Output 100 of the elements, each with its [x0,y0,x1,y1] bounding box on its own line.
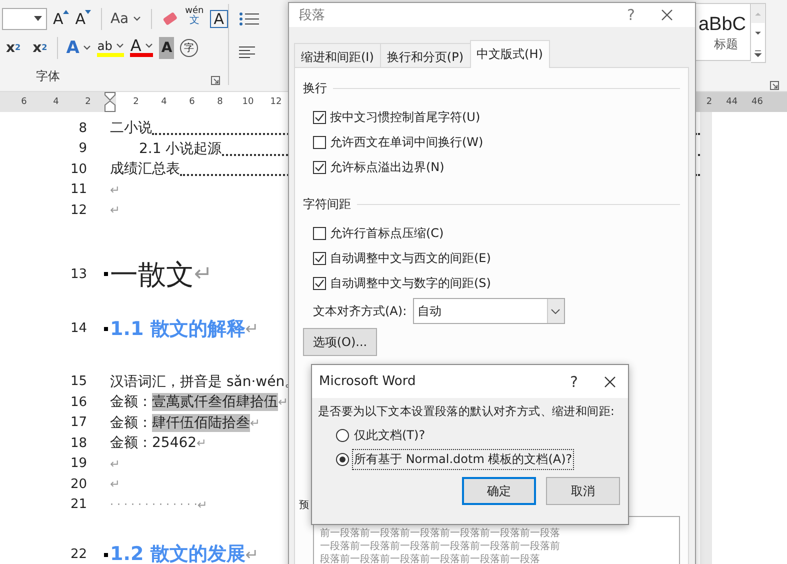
section-title: 字符间距 [303,196,351,213]
line-number: 15 [69,374,87,390]
section-title: 换行 [303,80,327,97]
cancel-button[interactable]: 取消 [546,477,620,505]
line-number: 16 [69,394,87,410]
close-icon[interactable] [661,9,673,21]
dialog-message: 是否要为以下文本设置段落的默认对齐方式、缩进和间距: [318,404,616,419]
line-number: 10 [69,162,87,177]
ruler-number: 4 [53,97,59,107]
preview-text: 段落前一段落前一段落前一段落前一段落前一段落 [320,553,541,564]
line-number: 8 [78,120,87,136]
style-name: 标题 [714,36,738,53]
superscript-button[interactable]: x$^{2}$ [32,36,48,58]
paragraph-mark: ↵ [110,203,120,218]
preview-text: 一段落前一段落前一段落前一段落前一段落前一段落前 [320,540,561,553]
caret-icon[interactable] [116,43,124,48]
text-effects-button[interactable]: A [57,36,92,58]
tab[interactable]: 缩进和间距(I) [294,43,381,67]
alignment-dropdown[interactable]: 自动 [412,298,565,324]
paragraph-mark: ↵ [278,395,288,410]
ruler-number: 6 [21,97,27,107]
dialog-title: Microsoft Word [319,374,417,389]
paragraph-mark: ↵ [194,262,212,287]
ok-button[interactable]: 确定 [462,477,536,505]
toc-entry[interactable]: 成绩汇总表 [110,160,180,178]
radio-label[interactable]: 所有基于 Normal.dotm 模板的文档(A)? [352,448,574,470]
checkbox[interactable] [313,136,326,149]
heading: 1.1 散文的解释 [110,316,246,342]
checkbox[interactable] [313,277,326,290]
amount-label: 金额： [110,414,152,432]
line-number: 11 [69,182,87,198]
help-button[interactable]: ? [613,3,649,27]
enclose-characters-button[interactable]: 字 [180,38,198,56]
heading-marker-icon [104,327,108,331]
caret-icon[interactable] [145,43,154,48]
line-number: 13 [69,267,87,282]
close-icon[interactable] [604,376,616,388]
paragraph-mark: ↵ [110,182,120,197]
line-number: 18 [69,436,87,451]
dialog-launcher-icon[interactable] [211,76,220,85]
checkbox[interactable] [313,161,326,174]
heading-marker-icon [104,272,108,276]
ruler-number: 12 [269,97,283,107]
checkbox[interactable] [313,252,326,265]
caret-icon[interactable] [34,16,42,21]
grow-font-button[interactable]: A [52,8,70,30]
radio-button[interactable] [336,452,349,466]
options-button[interactable]: 选项(O)... [303,328,377,356]
ruler-number: 2 [132,97,140,107]
line-number: 12 [69,202,87,218]
checkbox[interactable] [313,111,326,124]
character-border-button[interactable]: A [210,10,228,28]
tab[interactable]: 中文版式(H) [470,40,550,68]
heading-marker-icon [104,552,108,556]
checkbox-label[interactable]: 允许西文在单词中间换行(W) [330,134,484,151]
line-number: 22 [69,546,87,562]
checkbox-label[interactable]: 自动调整中文与西文的间距(E) [330,250,491,267]
paragraph-mark: ↵ [245,544,259,564]
heading: 一散文 [110,256,194,292]
eraser-icon[interactable] [150,8,180,28]
dialog-launcher-icon[interactable] [770,81,779,90]
character-shading-button[interactable]: A [159,36,174,58]
chevron-down-icon[interactable] [551,308,560,314]
bullets-icon[interactable] [239,12,261,26]
amount-value: 壹萬贰仟叁佰肆拾伍 [152,393,278,412]
paragraph-mark: ↵ [250,416,260,430]
checkbox-label[interactable]: 按中文习惯控制首尾字符(U) [330,109,480,126]
style-gallery[interactable]: aBbC 标题 [693,3,751,61]
align-left-icon[interactable] [239,46,255,58]
checkbox-label[interactable]: 允许行首标点压缩(C) [330,225,444,242]
change-case-button[interactable]: Aa [101,8,141,30]
amount-value: 25462 [152,435,197,452]
line-number: 9 [78,141,87,156]
group-label: 字体 [36,68,60,85]
highlight-button[interactable]: ab [97,38,124,56]
heading: 1.2 散文的发展 [110,542,246,564]
radio-label[interactable]: 仅此文档(T)? [352,424,428,446]
caret-icon[interactable] [132,16,141,21]
line-number: 19 [69,456,87,472]
toc-entry[interactable]: 2.1 小说起源 [139,140,222,158]
line-number: 14 [69,321,87,336]
checkbox-label[interactable]: 自动调整中文与数字的间距(S) [330,275,491,292]
caret-icon[interactable] [83,45,92,50]
checkbox-label[interactable]: 允许标点溢出边界(N) [330,159,444,176]
field-label: 文本对齐方式(A): [313,302,407,320]
paragraph-mark: ↵ [245,319,259,338]
indent-marker-icon[interactable] [104,92,116,112]
font-size-field[interactable] [2,8,47,30]
toc-entry[interactable]: 二小说 [110,119,152,138]
radio-button[interactable] [336,428,349,442]
line-number: 17 [69,415,87,430]
help-button[interactable]: ? [556,370,592,394]
phonetic-guide-button[interactable]: wén 文 [185,6,204,30]
triangle-icon[interactable] [85,10,92,14]
checkbox[interactable] [313,227,326,240]
triangle-icon[interactable] [63,10,70,14]
font-color-button[interactable]: A [130,38,154,56]
shrink-font-button[interactable]: A [75,8,92,30]
ruler-number: 8 [216,97,224,107]
ruler-number: 2 [706,97,712,107]
